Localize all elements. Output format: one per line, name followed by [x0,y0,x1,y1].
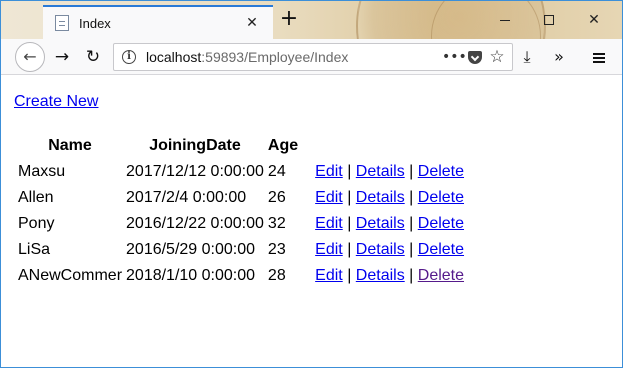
cell-name: Allen [18,189,54,206]
separator: | [409,267,414,284]
page-content: Create New Name JoiningDate Age Maxsu 20… [1,76,622,367]
url-host: localhost [146,49,202,65]
edit-link[interactable]: Edit [315,241,343,258]
separator: | [409,189,414,206]
tab-index[interactable]: Index ✕ [43,5,273,39]
page-icon [55,15,69,31]
close-icon[interactable]: ✕ [241,15,263,31]
forward-arrow-icon[interactable]: → [49,44,75,70]
employee-table: Name JoiningDate Age Maxsu 2017/12/12 0:… [15,132,467,290]
hamburger-menu-icon[interactable] [586,44,612,70]
cell-actions: Edit | Details | Delete [301,212,465,236]
delete-link[interactable]: Delete [418,241,464,258]
cell-name: LiSa [18,241,51,258]
details-link[interactable]: Details [356,215,405,232]
details-link[interactable]: Details [356,189,405,206]
double-chevron-icon[interactable]: » [546,44,572,70]
cell-joining-date: 2017/12/12 0:00:00 [126,163,264,180]
cell-age: 32 [267,215,286,232]
separator: | [347,267,352,284]
cell-name: Maxsu [18,163,66,180]
separator: | [347,215,352,232]
details-link[interactable]: Details [356,241,405,258]
navigation-toolbar: ← → ↻ i localhost:59893/Employee/Index •… [1,39,622,75]
back-arrow-icon[interactable]: ← [15,42,45,72]
cell-age: 24 [267,163,286,180]
url-path: :59893/Employee/Index [201,49,349,65]
table-row: Maxsu 2017/12/12 0:00:00 24 Edit | Detai… [17,160,465,184]
separator: | [347,163,352,180]
separator: | [409,163,414,180]
url-text[interactable]: localhost:59893/Employee/Index [146,49,442,65]
cell-actions: Edit | Details | Delete [301,160,465,184]
address-bar[interactable]: i localhost:59893/Employee/Index ••• ☆ [113,43,513,71]
edit-link[interactable]: Edit [315,267,343,284]
window-close-icon[interactable]: ✕ [584,10,604,30]
cell-age: 26 [267,189,286,206]
browser-window: Index ✕ + ✕ ← → ↻ i localhost:59893/Empl… [0,0,623,368]
minimize-icon[interactable] [495,10,515,30]
create-new-link[interactable]: Create New [14,93,98,111]
cell-joining-date: 2016/12/22 0:00:00 [126,215,264,232]
cell-actions: Edit | Details | Delete [301,238,465,262]
tab-title: Index [79,15,111,31]
delete-link[interactable]: Delete [418,163,464,180]
cell-actions: Edit | Details | Delete [301,186,465,210]
maximize-icon[interactable] [539,10,559,30]
edit-link[interactable]: Edit [315,163,343,180]
theme-decoration-ring [431,1,541,39]
cell-age: 28 [267,267,286,284]
edit-link[interactable]: Edit [315,215,343,232]
details-link[interactable]: Details [356,267,405,284]
download-icon[interactable]: ⤓ [514,44,540,70]
cell-name: ANewCommer [18,267,123,284]
separator: | [347,241,352,258]
table-row: ANewCommer 2018/1/10 0:00:00 28 Edit | D… [17,264,465,288]
plus-icon[interactable]: + [277,7,301,33]
column-header-actions [301,134,465,158]
cell-actions: Edit | Details | Delete [301,264,465,288]
cell-name: Pony [18,215,55,232]
delete-link[interactable]: Delete [418,189,464,206]
separator: | [409,241,414,258]
pocket-icon[interactable] [468,50,482,64]
table-row: Pony 2016/12/22 0:00:00 32 Edit | Detail… [17,212,465,236]
table-header-row: Name JoiningDate Age [17,134,465,158]
cell-age: 23 [267,241,286,258]
column-header-joining-date: JoiningDate [149,137,241,154]
column-header-age: Age [267,137,299,154]
cell-joining-date: 2016/5/29 0:00:00 [126,241,256,258]
star-icon[interactable]: ☆ [486,47,508,67]
column-header-name: Name [48,137,92,154]
cell-joining-date: 2018/1/10 0:00:00 [126,267,256,284]
cell-joining-date: 2017/2/4 0:00:00 [126,189,247,206]
reload-icon[interactable]: ↻ [80,44,106,70]
delete-link[interactable]: Delete [418,267,464,284]
more-dots-icon[interactable]: ••• [442,49,467,65]
table-row: LiSa 2016/5/29 0:00:00 23 Edit | Details… [17,238,465,262]
details-link[interactable]: Details [356,163,405,180]
separator: | [409,215,414,232]
title-bar: Index ✕ + ✕ [1,1,622,39]
separator: | [347,189,352,206]
info-icon[interactable]: i [122,50,136,64]
edit-link[interactable]: Edit [315,189,343,206]
table-row: Allen 2017/2/4 0:00:00 26 Edit | Details… [17,186,465,210]
delete-link[interactable]: Delete [418,215,464,232]
